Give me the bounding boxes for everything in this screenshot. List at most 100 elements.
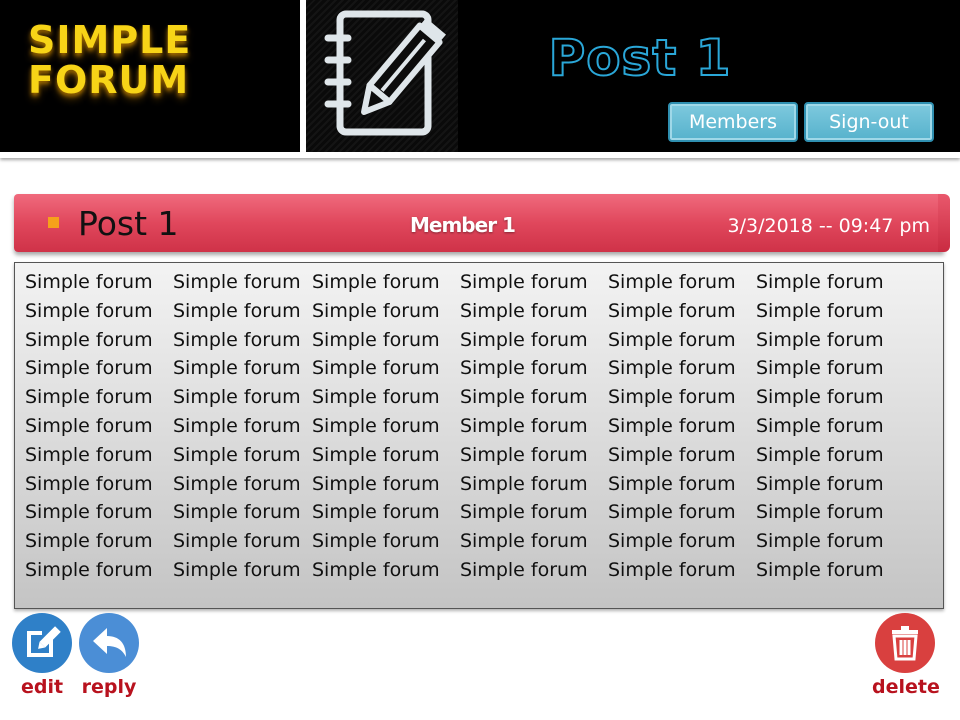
post-body-line: Simple forum Simple forum Simple forum Simp… (25, 441, 925, 470)
post-body-text-cell: Simple forum (173, 472, 301, 495)
post-body-text-cell: Simple forum (25, 357, 153, 380)
bullet-icon (48, 217, 59, 228)
post-body-text-cell: Simple forum (460, 386, 588, 409)
post-body-text-cell: Simple forum (608, 357, 736, 380)
post-body-text-cell: Simple forum (608, 386, 736, 409)
post-body-text-cell: Simple forum (25, 443, 153, 466)
delete-button[interactable]: delete (872, 613, 940, 699)
reply-label: reply (81, 676, 137, 698)
post-body-text-cell: Simple forum (756, 472, 884, 495)
delete-label: delete (872, 676, 940, 698)
post-body-text-cell: Simple forum (608, 558, 736, 581)
post-body-text-cell: Simple forum (312, 386, 440, 409)
logo: SIMPLE FORUM (0, 0, 300, 152)
post-body-text-cell: Simple forum (312, 443, 440, 466)
post-body-text-cell: Simple forum (756, 558, 884, 581)
post-body-text-cell: Simple forum (608, 299, 736, 322)
post-body-text-cell: Simple forum (312, 530, 440, 553)
post-body-text-cell: Simple forum (460, 501, 588, 524)
post-body-text-cell: Simple forum (173, 386, 301, 409)
post-body-line: Simple forum Simple forum Simple forum Simp… (25, 498, 925, 527)
post-body-text-cell: Simple forum (173, 328, 301, 351)
post-body-text-cell: Simple forum (460, 472, 588, 495)
reply-button[interactable]: reply (78, 613, 140, 699)
post-body-text-cell: Simple forum (312, 472, 440, 495)
edit-button[interactable]: edit (11, 613, 73, 699)
post-body-text-cell: Simple forum (173, 299, 301, 322)
post-body-text-cell: Simple forum (173, 443, 301, 466)
post-body-text-cell: Simple forum (25, 386, 153, 409)
page-title: Post 1 (548, 28, 732, 88)
post-body-text-cell: Simple forum (25, 299, 153, 322)
post-body-text-cell: Simple forum (460, 357, 588, 380)
post-body-text: Simple forum Simple forum Simple forum Simp… (25, 268, 925, 585)
post-body-text-cell: Simple forum (173, 558, 301, 581)
post-body-text-cell: Simple forum (608, 271, 736, 293)
post-body-text-cell: Simple forum (312, 414, 440, 437)
post-body-text-cell: Simple forum (460, 299, 588, 322)
post-body-text-cell: Simple forum (460, 530, 588, 553)
edit-label: edit (20, 676, 64, 698)
post-body-line: Simple forum Simple forum Simple forum Simp… (25, 470, 925, 499)
post-body-text-cell: Simple forum (312, 501, 440, 524)
post-body-line: Simple forum Simple forum Simple forum Simp… (25, 383, 925, 412)
post-body-text-cell: Simple forum (25, 472, 153, 495)
post-body-line: Simple forum Simple forum Simple forum Simp… (25, 326, 925, 355)
post-author[interactable]: Member 1 (410, 212, 516, 238)
post-body-text-cell: Simple forum (25, 501, 153, 524)
logo-text: SIMPLE FORUM (28, 20, 278, 100)
post-body-text-cell: Simple forum (312, 357, 440, 380)
post-body-text-cell: Simple forum (756, 299, 884, 322)
post-body-text-cell: Simple forum (460, 328, 588, 351)
post-body-text-cell: Simple forum (312, 271, 440, 293)
trash-icon (875, 613, 935, 673)
post-body-text-cell: Simple forum (756, 271, 884, 293)
notebook-pencil-icon (306, 0, 458, 152)
post-body-text-cell: Simple forum (608, 443, 736, 466)
post-body-text-cell: Simple forum (25, 328, 153, 351)
post-body-text-cell: Simple forum (460, 558, 588, 581)
post-header-bar: Post 1 Member 1 3/3/2018 -- 09:47 pm (14, 194, 944, 252)
post-body-text-cell: Simple forum (312, 328, 440, 351)
edit-icon (12, 613, 72, 673)
header-separator (0, 152, 960, 158)
logo-line-1: SIMPLE (28, 18, 192, 62)
reply-icon (79, 613, 139, 673)
post-body-line: Simple forum Simple forum Simple forum Simp… (25, 556, 925, 585)
post-body-text-cell: Simple forum (25, 530, 153, 553)
post-body-text-cell: Simple forum (460, 271, 588, 293)
post-body-text-cell: Simple forum (756, 328, 884, 351)
post-body-text-cell: Simple forum (173, 271, 301, 293)
post-body-text-cell: Simple forum (173, 501, 301, 524)
post-body-text-cell: Simple forum (756, 414, 884, 437)
post-body-text-cell: Simple forum (756, 443, 884, 466)
post-title: Post 1 (78, 204, 179, 243)
sign-out-button[interactable]: Sign-out (804, 102, 934, 142)
post-body-text-cell: Simple forum (460, 443, 588, 466)
post-body-text-cell: Simple forum (173, 357, 301, 380)
post-body-text-cell: Simple forum (25, 558, 153, 581)
post-body-text-cell: Simple forum (756, 530, 884, 553)
post-body-text-cell: Simple forum (608, 472, 736, 495)
post-body-line: Simple forum Simple forum Simple forum Simp… (25, 268, 925, 297)
post-body-text-cell: Simple forum (756, 386, 884, 409)
post-body: Simple forum Simple forum Simple forum Simp… (14, 262, 944, 609)
post-body-text-cell: Simple forum (173, 414, 301, 437)
post-body-text-cell: Simple forum (608, 414, 736, 437)
post-body-text-cell: Simple forum (25, 271, 153, 293)
app-header: SIMPLE FORUM Post 1 Members Sign-out (0, 0, 960, 152)
post-body-text-cell: Simple forum (756, 357, 884, 380)
post-body-text-cell: Simple forum (608, 530, 736, 553)
post-body-line: Simple forum Simple forum Simple forum Simp… (25, 412, 925, 441)
post-body-text-cell: Simple forum (460, 414, 588, 437)
post-body-text-cell: Simple forum (25, 414, 153, 437)
post-body-text-cell: Simple forum (312, 558, 440, 581)
post-body-text-cell: Simple forum (608, 328, 736, 351)
post-body-text-cell: Simple forum (756, 501, 884, 524)
post-body-line: Simple forum Simple forum Simple forum Simp… (25, 527, 925, 556)
post-body-line: Simple forum Simple forum Simple forum Simp… (25, 297, 925, 326)
post-body-text-cell: Simple forum (608, 501, 736, 524)
post-body-text-cell: Simple forum (312, 299, 440, 322)
members-button[interactable]: Members (668, 102, 798, 142)
post-body-line: Simple forum Simple forum Simple forum Simp… (25, 354, 925, 383)
